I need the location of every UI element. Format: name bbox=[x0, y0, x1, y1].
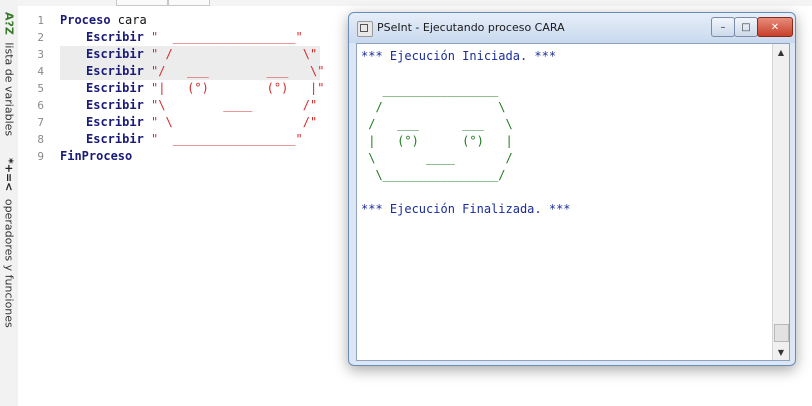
keyword: Escribir bbox=[86, 98, 144, 112]
vertical-scrollbar[interactable]: ▲ ▼ bbox=[772, 44, 789, 360]
minimize-button[interactable]: – bbox=[711, 17, 735, 37]
keyword: Escribir bbox=[86, 47, 144, 61]
scroll-down-arrow-icon[interactable]: ▼ bbox=[773, 344, 789, 360]
keyword: FinProceso bbox=[60, 149, 133, 163]
operators-icon: *+=< bbox=[2, 158, 16, 192]
code-line[interactable]: Escribir "/ ___ ___ \" bbox=[60, 63, 324, 80]
variables-icon: A?Z bbox=[2, 11, 16, 35]
code-line[interactable]: FinProceso bbox=[60, 148, 324, 165]
output-line: / \ bbox=[361, 100, 506, 114]
output-line: | (°) (°) | bbox=[361, 134, 513, 148]
line-number-gutter: 1 2 3 4 5 6 7 8 9 bbox=[18, 12, 50, 165]
console-output: *** Ejecución Iniciada. *** ____________… bbox=[361, 48, 771, 218]
keyword: Escribir bbox=[86, 81, 144, 95]
output-line: ________________ bbox=[361, 83, 499, 97]
scroll-up-arrow-icon[interactable]: ▲ bbox=[773, 44, 789, 60]
string-literal: "/ ___ ___ \" bbox=[143, 64, 325, 78]
execution-end-message: *** Ejecución Finalizada. *** bbox=[361, 202, 571, 216]
string-literal: " _________________" bbox=[143, 132, 303, 146]
keyword: Escribir bbox=[86, 115, 144, 129]
app-window-icon[interactable] bbox=[357, 21, 373, 37]
code-line[interactable]: Escribir " _________________" bbox=[60, 29, 324, 46]
output-line: / ___ ___ \ bbox=[361, 117, 513, 131]
line-number: 8 bbox=[37, 133, 44, 146]
code-line[interactable]: Escribir " / \" bbox=[60, 46, 320, 63]
operators-tab-label: operadores y funciones bbox=[2, 199, 16, 328]
line-number: 3 bbox=[37, 48, 44, 61]
line-number: 2 bbox=[37, 31, 44, 44]
output-line: \ ____ / bbox=[361, 151, 513, 165]
code-line[interactable]: Escribir " \ /" bbox=[60, 114, 324, 131]
window-title: PSeInt - Ejecutando proceso CARA bbox=[377, 21, 565, 34]
operators-tab[interactable]: *+=< operadores y funciones bbox=[0, 158, 18, 328]
code-line[interactable]: Escribir " _________________" bbox=[60, 131, 324, 148]
close-button[interactable]: ✕ bbox=[757, 17, 793, 37]
code-line[interactable]: Proceso cara bbox=[60, 12, 324, 29]
code-lines[interactable]: Proceso cara Escribir " ________________… bbox=[60, 12, 324, 165]
string-literal: "| (°) (°) |" bbox=[143, 81, 325, 95]
line-number: 4 bbox=[37, 65, 44, 78]
code-line[interactable]: Escribir "\ ____ /" bbox=[60, 97, 324, 114]
code-line[interactable]: Escribir "| (°) (°) |" bbox=[60, 80, 324, 97]
console-area[interactable]: *** Ejecución Iniciada. *** ____________… bbox=[356, 43, 790, 361]
side-panel: A?Z lista de variables *+=< operadores y… bbox=[0, 0, 19, 406]
line-number: 1 bbox=[37, 14, 44, 27]
variables-tab-label: lista de variables bbox=[2, 42, 16, 137]
keyword: Escribir bbox=[86, 64, 144, 78]
string-literal: " _________________" bbox=[143, 30, 303, 44]
output-line: \________________/ bbox=[361, 168, 506, 182]
string-literal: " / \" bbox=[143, 47, 318, 61]
window-titlebar[interactable]: PSeInt - Ejecutando proceso CARA – □ ✕ bbox=[349, 13, 795, 43]
line-number: 6 bbox=[37, 99, 44, 112]
keyword: Proceso bbox=[60, 13, 111, 27]
code-text: cara bbox=[110, 13, 147, 27]
execution-start-message: *** Ejecución Iniciada. *** bbox=[361, 49, 557, 63]
scrollbar-thumb[interactable] bbox=[774, 324, 789, 342]
line-number: 5 bbox=[37, 82, 44, 95]
string-literal: " \ /" bbox=[143, 115, 318, 129]
line-number: 9 bbox=[37, 150, 44, 163]
keyword: Escribir bbox=[86, 30, 144, 44]
line-number: 7 bbox=[37, 116, 44, 129]
string-literal: "\ ____ /" bbox=[143, 98, 318, 112]
keyword: Escribir bbox=[86, 132, 144, 146]
maximize-button[interactable]: □ bbox=[734, 17, 758, 37]
execution-window: PSeInt - Ejecutando proceso CARA – □ ✕ *… bbox=[348, 12, 796, 366]
variables-tab[interactable]: A?Z lista de variables bbox=[0, 4, 18, 144]
